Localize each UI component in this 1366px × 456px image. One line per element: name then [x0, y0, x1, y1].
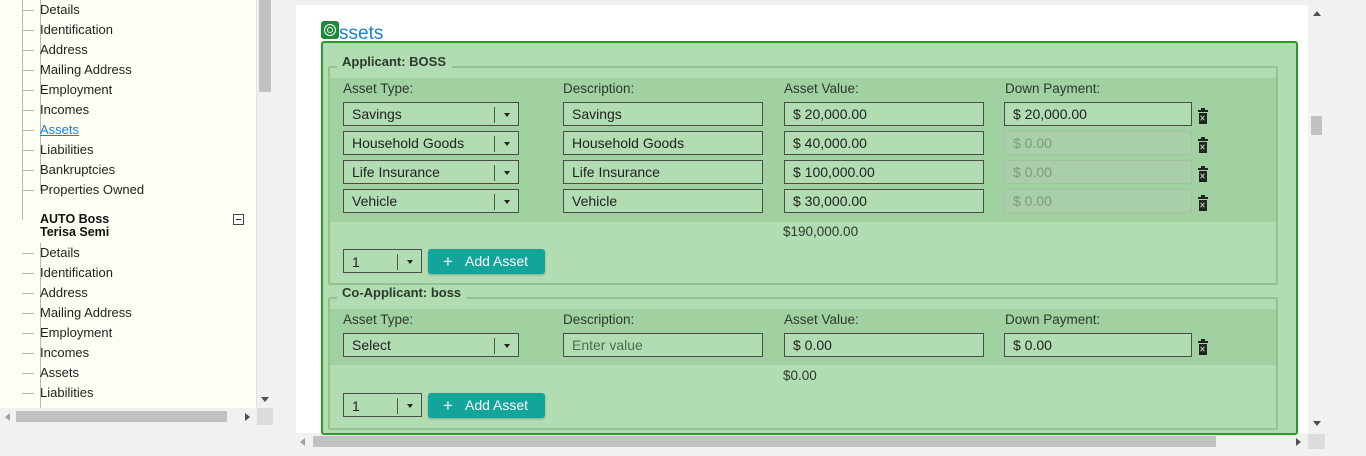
- description-field[interactable]: Vehicle: [563, 189, 763, 213]
- scroll-left-icon[interactable]: [5, 413, 10, 421]
- add-asset-label: Add Asset: [465, 397, 529, 413]
- scroll-thumb[interactable]: [259, 0, 271, 92]
- tree-item-employment[interactable]: Employment: [21, 80, 112, 100]
- description-field[interactable]: Enter value: [563, 333, 763, 357]
- tree-item-incomes[interactable]: Incomes: [21, 343, 89, 363]
- plus-icon: +: [443, 396, 453, 415]
- delete-icon[interactable]: [1198, 339, 1208, 355]
- asset-type-select[interactable]: Select: [343, 333, 519, 357]
- scroll-thumb[interactable]: [313, 436, 1216, 447]
- tree-item-employment[interactable]: Employment: [21, 323, 112, 343]
- add-asset-button[interactable]: + Add Asset: [428, 249, 545, 274]
- asset-value-field[interactable]: $ 30,000.00: [784, 189, 984, 213]
- tree-horizontal-scrollbar[interactable]: [0, 408, 257, 425]
- tree-item-properties-owned[interactable]: Properties Owned: [21, 180, 144, 200]
- select-value: Vehicle: [352, 193, 398, 209]
- asset-type-select[interactable]: Life Insurance: [343, 160, 519, 184]
- tree-item-address[interactable]: Address: [22, 283, 88, 303]
- tree-item-incomes[interactable]: Incomes: [21, 100, 89, 120]
- down-payment-field-disabled: $ 0.00: [1004, 160, 1192, 184]
- chevron-down-icon: [504, 171, 510, 175]
- tree-item-bankruptcies[interactable]: Bankruptcies: [21, 160, 115, 180]
- delete-icon[interactable]: [1198, 137, 1208, 153]
- target-icon[interactable]: [321, 21, 339, 39]
- scroll-right-icon[interactable]: [245, 413, 250, 421]
- chevron-down-icon: [504, 142, 510, 146]
- description-field[interactable]: Household Goods: [563, 131, 763, 155]
- scroll-left-icon[interactable]: [300, 438, 305, 446]
- description-label: Description:: [563, 81, 635, 96]
- chevron-down-icon: [407, 260, 413, 264]
- tree-item-details[interactable]: Details: [22, 243, 80, 263]
- tree-item-mailing-address[interactable]: Mailing Address: [22, 303, 132, 323]
- scroll-down-icon[interactable]: [261, 397, 269, 402]
- down-payment-field[interactable]: $ 0.00: [1004, 333, 1192, 357]
- collapse-icon[interactable]: [233, 214, 244, 225]
- scroll-thumb[interactable]: [1311, 116, 1322, 135]
- tree-item-liabilities[interactable]: Liabilities: [21, 383, 93, 403]
- quantity-select[interactable]: 1: [343, 249, 422, 273]
- select-value: Select: [352, 337, 391, 353]
- tree-item-mailing-address[interactable]: Mailing Address: [22, 60, 132, 80]
- delete-icon[interactable]: [1198, 108, 1208, 124]
- quantity-select[interactable]: 1: [343, 393, 422, 417]
- asset-type-label: Asset Type:: [343, 81, 414, 96]
- chevron-down-icon: [407, 404, 413, 408]
- down-payment-label: Down Payment:: [1005, 81, 1101, 96]
- asset-type-label: Asset Type:: [343, 312, 414, 327]
- asset-type-select[interactable]: Savings: [343, 102, 519, 126]
- chevron-down-icon: [504, 344, 510, 348]
- description-field[interactable]: Savings: [563, 102, 763, 126]
- asset-value-field[interactable]: $ 0.00: [784, 333, 984, 357]
- scroll-down-icon[interactable]: [1313, 421, 1321, 426]
- scrollbar-corner: [257, 408, 273, 425]
- description-field[interactable]: Life Insurance: [563, 160, 763, 184]
- select-value: Life Insurance: [352, 164, 440, 180]
- tree-item-assets-active[interactable]: Assets: [21, 120, 79, 140]
- delete-icon[interactable]: [1198, 166, 1208, 182]
- asset-value-total: $0.00: [783, 368, 817, 383]
- tree-item-identification[interactable]: Identification: [22, 20, 113, 40]
- tree-item-assets[interactable]: Assets: [21, 363, 79, 383]
- plus-icon: +: [443, 252, 453, 271]
- asset-value-field[interactable]: $ 40,000.00: [784, 131, 984, 155]
- down-payment-field-disabled: $ 0.00: [1004, 131, 1192, 155]
- tree-connector: [22, 0, 23, 220]
- scroll-right-icon[interactable]: [1296, 438, 1301, 446]
- description-label: Description:: [563, 312, 635, 327]
- asset-value-label: Asset Value:: [784, 81, 859, 96]
- select-value: Savings: [352, 106, 402, 122]
- down-payment-field[interactable]: $ 20,000.00: [1004, 102, 1192, 126]
- down-payment-field-disabled: $ 0.00: [1004, 189, 1192, 213]
- select-value: Household Goods: [352, 135, 465, 151]
- delete-icon[interactable]: [1198, 195, 1208, 211]
- asset-value-field[interactable]: $ 100,000.00: [784, 160, 984, 184]
- tree-item-details[interactable]: Details: [22, 0, 80, 20]
- asset-type-select[interactable]: Household Goods: [343, 131, 519, 155]
- asset-type-select[interactable]: Vehicle: [343, 189, 519, 213]
- asset-value-label: Asset Value:: [784, 312, 859, 327]
- tree-vertical-scrollbar[interactable]: [257, 0, 273, 408]
- scroll-thumb[interactable]: [16, 411, 227, 422]
- scrollbar-corner: [1308, 434, 1325, 449]
- chevron-down-icon: [504, 200, 510, 204]
- tree-item-identification[interactable]: Identification: [22, 263, 113, 283]
- chevron-down-icon: [504, 113, 510, 117]
- add-asset-button[interactable]: + Add Asset: [428, 393, 545, 418]
- asset-value-field[interactable]: $ 20,000.00: [784, 102, 984, 126]
- asset-value-total: $190,000.00: [783, 224, 859, 239]
- select-value: 1: [352, 398, 360, 414]
- navigation-tree: Details Identification Address Mailing A…: [0, 0, 257, 408]
- add-asset-label: Add Asset: [465, 253, 529, 269]
- co-applicant-legend: Co-Applicant: boss: [337, 285, 468, 301]
- tree-item-liabilities[interactable]: Liabilities: [21, 140, 93, 160]
- down-payment-label: Down Payment:: [1005, 312, 1101, 327]
- tree-item-address[interactable]: Address: [22, 40, 88, 60]
- select-value: 1: [352, 254, 360, 270]
- main-vertical-scrollbar[interactable]: [1308, 0, 1325, 434]
- scroll-up-icon[interactable]: [1313, 11, 1321, 16]
- tree-parent-subname[interactable]: Terisa Semi: [40, 226, 109, 239]
- applicant-legend: Applicant: BOSS: [337, 54, 453, 70]
- main-horizontal-scrollbar[interactable]: [296, 434, 1308, 449]
